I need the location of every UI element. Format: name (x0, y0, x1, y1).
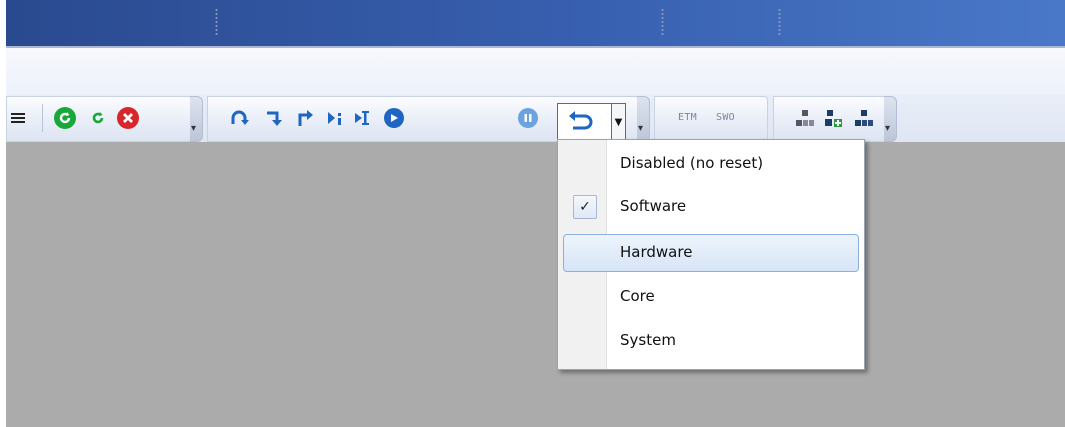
show-next-statement-button[interactable] (352, 106, 376, 130)
pause-icon (518, 108, 538, 128)
etm-button[interactable]: ETM (678, 112, 697, 123)
rebuild-button[interactable] (53, 106, 77, 130)
toolbar-overflow-button[interactable] (884, 96, 897, 142)
pause-button[interactable] (516, 106, 540, 130)
window-layout-icon (796, 110, 814, 126)
show-next-statement-icon (355, 111, 369, 125)
toolbar-overflow-button[interactable] (190, 96, 203, 142)
window-layout-add-icon (825, 110, 842, 127)
menu-item-highlight (563, 234, 859, 272)
toolbar-grip[interactable] (661, 8, 664, 36)
stop-icon (117, 107, 139, 129)
workspace-area (6, 142, 1065, 427)
reset-mode-menu: Disabled (no reset) ✓ Software Hardware … (557, 139, 865, 370)
toolbar-overflow-button[interactable] (637, 96, 650, 142)
toolbar-grip[interactable] (778, 8, 781, 36)
check-icon: ✓ (573, 195, 597, 219)
toolbar-separator (42, 104, 43, 132)
menu-item-hardware[interactable]: Hardware (558, 231, 864, 273)
reset-icon (88, 108, 108, 128)
step-into-icon (267, 111, 282, 126)
menu-item-label: Software (620, 197, 687, 215)
run-to-cursor-button[interactable] (323, 106, 347, 130)
menu-item-system[interactable]: System (558, 320, 864, 362)
reset-mode-button[interactable] (557, 103, 613, 141)
menu-item-software[interactable]: ✓ Software (558, 186, 864, 228)
step-out-button[interactable] (293, 106, 317, 130)
window-layout-button[interactable] (793, 106, 817, 130)
window-layout-add-button[interactable] (822, 106, 846, 130)
menu-lines-icon[interactable] (6, 106, 30, 130)
menu-item-label: System (620, 331, 676, 349)
swo-button[interactable]: SWO (716, 112, 735, 123)
menu-item-label: Hardware (620, 243, 693, 261)
toolbar-grip[interactable] (215, 8, 218, 36)
run-to-cursor-icon (328, 112, 341, 125)
run-icon (384, 108, 404, 128)
reset-mode-icon (569, 111, 593, 130)
window-layout-grid-icon (855, 110, 873, 126)
menu-item-label: Disabled (no reset) (620, 154, 764, 172)
menu-item-core[interactable]: Core (558, 276, 864, 318)
step-over-button[interactable] (228, 106, 252, 130)
step-into-button[interactable] (262, 106, 286, 130)
toolbar-trace (654, 96, 768, 142)
reset-mode-dropdown-toggle[interactable]: ▼ (611, 103, 626, 141)
run-button[interactable] (382, 106, 406, 130)
chevron-down-icon: ▼ (614, 116, 623, 128)
menu-strip (6, 48, 1065, 94)
stop-debug-button[interactable] (116, 106, 140, 130)
step-out-icon (298, 110, 313, 126)
menu-item-disabled-no-reset[interactable]: Disabled (no reset) (558, 143, 864, 185)
window-layout-grid-button[interactable] (852, 106, 876, 130)
step-over-icon (231, 110, 249, 125)
menu-item-label: Core (620, 287, 655, 305)
rebuild-icon (54, 107, 76, 129)
window-title-bar (6, 0, 1065, 48)
reset-cpu-button[interactable] (86, 106, 110, 130)
